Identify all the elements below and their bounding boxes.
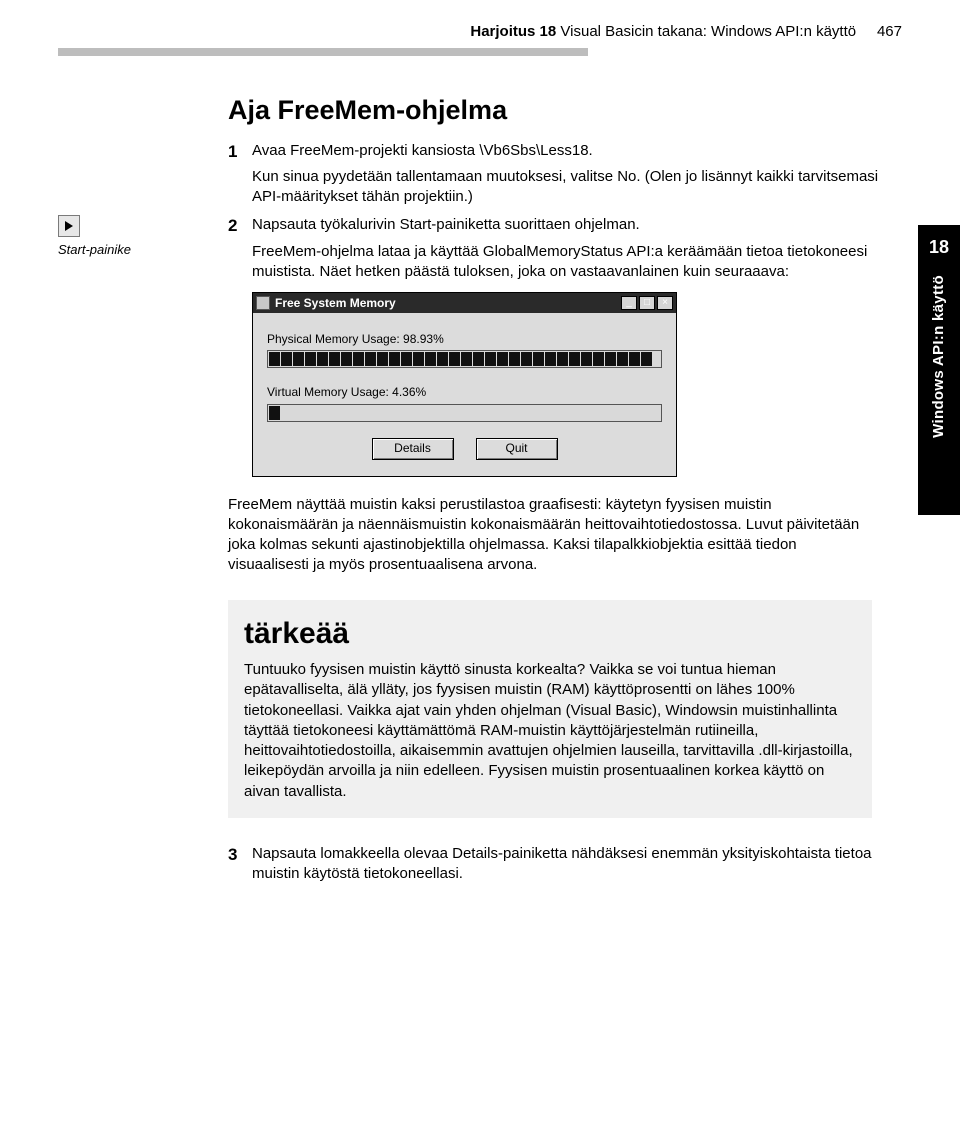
step-text: Napsauta lomakkeella olevaa Details-pain… <box>252 844 902 885</box>
section-title: Aja FreeMem-ohjelma <box>228 92 902 128</box>
step-text: Napsauta työkalurivin Start-painiketta s… <box>252 215 902 235</box>
chapter-number: 18 <box>929 235 949 259</box>
maximize-button[interactable]: □ <box>639 296 655 310</box>
header-rule <box>58 48 588 56</box>
close-button[interactable]: × <box>657 296 673 310</box>
quit-button[interactable]: Quit <box>476 438 558 460</box>
start-button-icon <box>58 215 80 237</box>
step-text-cont: Kun sinua pyydetään tallentamaan muutoks… <box>252 167 902 208</box>
step-2: Start-painike 2 Napsauta työkalurivin St… <box>58 215 902 282</box>
virtual-memory-label: Virtual Memory Usage: 4.36% <box>267 384 662 400</box>
header-title: Visual Basicin takana: Windows API:n käy… <box>560 23 856 40</box>
important-box: tärkeää Tuntuuko fyysisen muistin käyttö… <box>228 600 872 818</box>
step-3: 3 Napsauta lomakkeella olevaa Details-pa… <box>58 844 902 885</box>
freemem-window: Free System Memory _ □ × Physical Memory… <box>252 292 677 476</box>
important-heading: tärkeää <box>244 614 856 655</box>
header-prefix: Harjoitus 18 <box>470 23 556 40</box>
step-number: 2 <box>228 215 252 282</box>
step-1: 1 Avaa FreeMem-projekti kansiosta \Vb6Sb… <box>58 141 902 208</box>
running-header: Harjoitus 18 Visual Basicin takana: Wind… <box>58 22 902 42</box>
chapter-label: Windows API:n käyttö <box>929 275 949 438</box>
app-icon <box>256 296 270 310</box>
chapter-side-tab: 18 Windows API:n käyttö <box>918 225 960 515</box>
step-text-cont: FreeMem-ohjelma lataa ja käyttää GlobalM… <box>252 242 902 283</box>
important-text: Tuntuuko fyysisen muistin käyttö sinusta… <box>244 660 856 802</box>
step-number: 1 <box>228 141 252 208</box>
physical-memory-meter <box>267 350 662 368</box>
titlebar[interactable]: Free System Memory _ □ × <box>253 293 676 313</box>
explanation-paragraph: FreeMem näyttää muistin kaksi perustilas… <box>228 495 872 576</box>
minimize-button[interactable]: _ <box>621 296 637 310</box>
step-number: 3 <box>228 844 252 885</box>
step-text: Avaa FreeMem-projekti kansiosta \Vb6Sbs\… <box>252 141 902 161</box>
details-button[interactable]: Details <box>372 438 454 460</box>
physical-memory-label: Physical Memory Usage: 98.93% <box>267 331 662 347</box>
virtual-memory-meter <box>267 404 662 422</box>
gutter-caption: Start-painike <box>58 241 131 259</box>
page-number: 467 <box>877 23 902 40</box>
window-title: Free System Memory <box>275 295 619 311</box>
